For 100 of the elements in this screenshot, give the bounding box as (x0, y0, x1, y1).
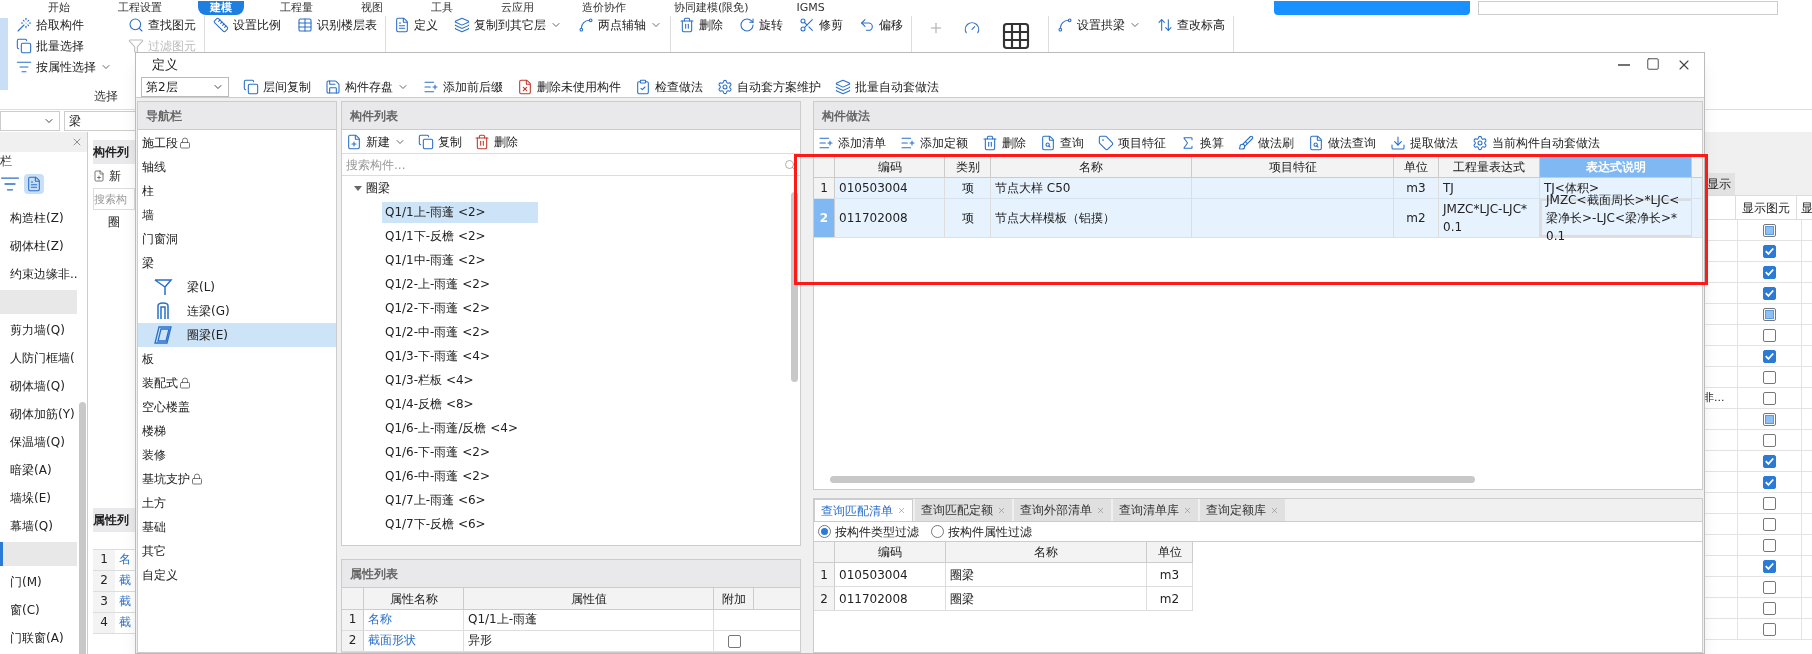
toolbar-button[interactable]: 层间复制 (243, 77, 311, 96)
checkbox[interactable] (1763, 370, 1776, 384)
toolbar-button[interactable]: 当前构件自动套做法 (1472, 133, 1600, 152)
component-type-item[interactable]: 窗(C) (0, 596, 87, 624)
ribbon-tab[interactable]: 工程设置 (106, 1, 174, 15)
tree-item[interactable]: Q1/2-上-雨蓬 <2> (382, 273, 493, 295)
radio-option[interactable]: 按构件类型过滤 (818, 522, 919, 541)
nav-item[interactable]: 楼梯 (138, 419, 336, 443)
nav-item[interactable]: 空心楼盖 (138, 395, 336, 419)
tree-item[interactable]: Q1/3-栏板 <4> (382, 369, 477, 391)
toolbar-button[interactable]: 添加定额 (900, 133, 968, 152)
toolbar-button[interactable]: 删除 (474, 132, 518, 151)
component-type-item[interactable]: 门(M) (0, 568, 87, 596)
nav-item[interactable]: 基坑支护 (138, 467, 336, 491)
detail-view-button[interactable] (24, 174, 44, 194)
ribbon-button[interactable]: 两点辅轴 (578, 16, 662, 34)
ribbon-button[interactable]: 设置比例 (213, 16, 281, 34)
toolbar-button[interactable]: 删除未使用构件 (517, 77, 621, 96)
checkbox[interactable] (1763, 244, 1776, 258)
checkbox[interactable] (1763, 538, 1776, 552)
tree-item[interactable]: Q1/1上-雨蓬 <2> (382, 201, 538, 223)
component-type-item[interactable]: 保温墙(Q) (0, 428, 87, 456)
ribbon-tab[interactable]: 视图 (349, 1, 395, 15)
scrollbar[interactable] (791, 192, 798, 382)
ribbon-tab[interactable]: 云应用 (489, 1, 546, 15)
column-header[interactable]: 名称 (991, 156, 1192, 177)
ribbon-button[interactable]: 设置拱梁 (1057, 16, 1141, 34)
tree-item[interactable]: Q1/1下-反檐 <2> (382, 225, 489, 247)
nav-item[interactable]: 梁 (138, 251, 336, 275)
tree-item[interactable]: Q1/7下-反檐 <6> (382, 513, 489, 535)
ribbon-button[interactable]: 修剪 (799, 16, 843, 34)
ribbon-tab[interactable]: 开始 (36, 1, 82, 15)
toolbar-button[interactable]: 批量自动套做法 (835, 77, 939, 96)
checkbox[interactable] (1763, 601, 1776, 615)
nav-item[interactable]: 门窗洞 (138, 227, 336, 251)
ribbon-tab[interactable]: 工程量 (268, 1, 325, 15)
toolbar-button[interactable]: 复制 (418, 132, 462, 151)
ribbon-button[interactable]: 查找图元 (128, 16, 196, 34)
ribbon-tab[interactable]: IGMS (784, 1, 837, 15)
nav-item[interactable]: 轴线 (138, 155, 336, 179)
checkbox[interactable] (727, 634, 741, 648)
toolbar-button[interactable]: 新建 (346, 132, 406, 151)
ribbon-button[interactable]: 识别楼层表 (297, 16, 377, 34)
component-type-item[interactable]: 人防门框墙( (0, 344, 87, 372)
search-field[interactable] (1478, 1, 1778, 15)
nav-item[interactable]: 其它 (138, 539, 336, 563)
checkbox[interactable] (1763, 559, 1776, 573)
toolbar-button[interactable]: 添加前后缀 (423, 77, 503, 96)
checkbox[interactable] (1763, 286, 1776, 300)
tree-item[interactable]: Q1/6-下-雨蓬 <2> (382, 441, 493, 463)
floor-dropdown[interactable]: 第2层 (141, 76, 229, 97)
nav-item[interactable]: 墙 (138, 203, 336, 227)
checkbox[interactable] (1763, 580, 1776, 594)
scrollbar[interactable] (830, 476, 1475, 483)
component-type-item[interactable]: 砌体柱(Z) (0, 232, 87, 260)
ribbon-tab[interactable]: 造价协作 (570, 1, 638, 15)
checkbox[interactable] (1763, 349, 1776, 363)
ribbon-button[interactable]: 旋转 (739, 16, 783, 34)
checkbox[interactable] (1763, 454, 1776, 468)
nav-item[interactable]: 柱 (138, 179, 336, 203)
component-type-item[interactable]: 门联窗(A) (0, 624, 87, 652)
column-header[interactable]: 编码 (835, 156, 945, 177)
toolbar-button[interactable]: 添加清单 (818, 133, 886, 152)
component-type-item[interactable]: 砌体加筋(Y) (0, 400, 87, 428)
toolbar-button[interactable]: 查询 (1040, 133, 1084, 152)
toolbar-button[interactable]: 做法查询 (1308, 133, 1376, 152)
component-type-item[interactable]: 幕墙(Q) (0, 512, 87, 540)
tree-item[interactable]: Q1/7上-雨蓬 <6> (382, 489, 489, 511)
nav-item[interactable]: 施工段 (138, 131, 336, 155)
toolbar-button[interactable]: 检查做法 (635, 77, 703, 96)
tree-item[interactable]: Q1/2-中-雨蓬 <2> (382, 321, 493, 343)
column-header[interactable]: 项目特征 (1192, 156, 1394, 177)
tree-item[interactable]: Q1/6-上-雨蓬/反檐 <4> (382, 417, 522, 439)
ribbon-button[interactable]: 删除 (679, 16, 723, 34)
nav-item[interactable]: 板 (138, 347, 336, 371)
checkbox[interactable] (1763, 496, 1776, 510)
checkbox[interactable] (1763, 265, 1776, 279)
component-type-item[interactable]: 砌体墙(Q) (0, 372, 87, 400)
toolbar-button[interactable]: 构件存盘 (325, 77, 409, 96)
component-type-item[interactable]: 剪力墙(Q) (0, 316, 87, 344)
ribbon-button[interactable]: 按属性选择 (16, 58, 112, 76)
toolbar-button[interactable]: 自动套方案维护 (717, 77, 821, 96)
ribbon-button[interactable]: 定义 (394, 16, 438, 34)
ribbon-tab[interactable]: 工具 (419, 1, 465, 15)
column-header[interactable]: 类别 (945, 156, 991, 177)
nav-item[interactable]: 圈梁(E) (138, 323, 336, 347)
checkbox[interactable] (1763, 391, 1776, 405)
checkbox[interactable] (1763, 412, 1776, 426)
checkbox[interactable] (1763, 433, 1776, 447)
tree-item[interactable]: Q1/3-下-雨蓬 <4> (382, 345, 493, 367)
toolbar-button[interactable]: 提取做法 (1390, 133, 1458, 152)
tree-node[interactable]: 圈梁 (342, 176, 800, 200)
nav-item[interactable]: 土方 (138, 491, 336, 515)
nav-item[interactable]: 连梁(G) (138, 299, 336, 323)
tree-item[interactable]: Q1/2-下-雨蓬 <2> (382, 297, 493, 319)
tree-item[interactable]: Q1/6-中-雨蓬 <2> (382, 465, 493, 487)
ribbon-button[interactable]: 查改标高 (1157, 16, 1225, 34)
checkbox[interactable] (1763, 475, 1776, 489)
checkbox[interactable] (1763, 517, 1776, 531)
tree-item[interactable]: Q1/1中-雨蓬 <2> (382, 249, 489, 271)
